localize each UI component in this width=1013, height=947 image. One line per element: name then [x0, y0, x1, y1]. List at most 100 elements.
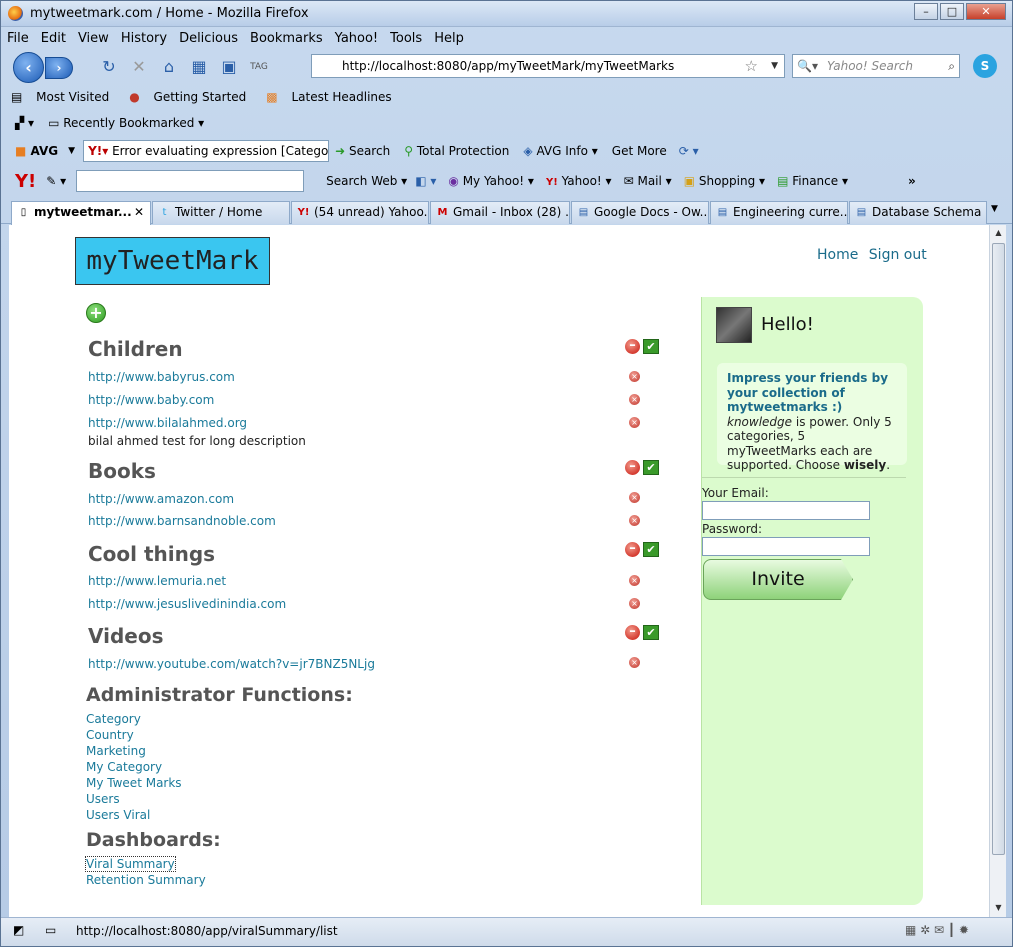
status-console-icon[interactable]: ▭: [45, 923, 56, 937]
tab-twitter[interactable]: t Twitter / Home: [152, 201, 290, 224]
status-tool-icon[interactable]: ◩: [13, 923, 24, 937]
site-logo[interactable]: myTweetMark: [75, 237, 270, 285]
menu-edit[interactable]: Edit: [35, 31, 72, 46]
scrollbar-thumb[interactable]: [992, 243, 1005, 855]
tweetmark-link[interactable]: http://www.bilalahmed.org: [88, 416, 247, 430]
reload-icon[interactable]: ↻: [97, 55, 121, 79]
tweetmark-link[interactable]: http://www.jesuslivedinindia.com: [88, 597, 286, 611]
tab-google-docs[interactable]: ▤ Google Docs - Ow...: [571, 201, 709, 224]
menu-bookmarks[interactable]: Bookmarks: [244, 31, 329, 46]
close-window-button[interactable]: ✕: [966, 3, 1006, 20]
avg-dropdown-icon[interactable]: ▼: [68, 146, 75, 156]
tab-mytweetmark[interactable]: ▯ mytweetmar... ✕: [11, 201, 151, 225]
tab-gmail[interactable]: M Gmail - Inbox (28) ...: [430, 201, 570, 224]
yahoo-toolbar-search-input[interactable]: [76, 170, 305, 192]
tab-engineering[interactable]: ▤ Engineering curre...: [710, 201, 848, 224]
avg-search-button[interactable]: ➜ Search: [335, 144, 390, 158]
most-visited-bookmark[interactable]: ▤ Most Visited: [11, 90, 109, 104]
yahoo-button[interactable]: Y! Yahoo! ▾: [546, 174, 612, 188]
remove-category-icon[interactable]: –: [625, 339, 640, 354]
admin-link-marketing[interactable]: Marketing: [86, 744, 146, 758]
admin-link-my-category[interactable]: My Category: [86, 760, 162, 774]
tweetmark-link[interactable]: http://www.lemuria.net: [88, 574, 226, 588]
get-more-button[interactable]: Get More: [612, 144, 667, 158]
invite-button[interactable]: Invite: [703, 559, 853, 600]
menu-view[interactable]: View: [72, 31, 115, 46]
remove-category-icon[interactable]: –: [625, 542, 640, 557]
status-addon-icons[interactable]: ▦ ✲ ✉ ┃ ✹: [905, 923, 969, 937]
vertical-scrollbar[interactable]: ▲ ▼: [989, 225, 1006, 917]
tab-yahoo-mail[interactable]: Y! (54 unread) Yahoo...: [291, 201, 429, 224]
forward-button[interactable]: ›: [45, 57, 73, 79]
stop-icon[interactable]: ✕: [127, 55, 151, 79]
scroll-down-icon[interactable]: ▼: [990, 903, 1007, 912]
total-protection-button[interactable]: ⚲ Total Protection: [404, 144, 509, 158]
delete-link-icon[interactable]: ×: [629, 575, 640, 586]
edit-category-icon[interactable]: ✔: [643, 460, 659, 475]
bookmark-star-icon[interactable]: ☆: [745, 55, 758, 77]
tweetmark-link[interactable]: http://www.barnsandnoble.com: [88, 514, 276, 528]
finance-button[interactable]: ▤ Finance ▾: [777, 174, 848, 188]
search-engine-icon[interactable]: 🔍▾: [797, 55, 818, 77]
dashboard-link-retention-summary[interactable]: Retention Summary: [86, 873, 206, 887]
tweetmark-link[interactable]: http://www.babyrus.com: [88, 370, 235, 384]
menu-yahoo[interactable]: Yahoo!: [329, 31, 384, 46]
avg-search-input[interactable]: Y!▾ Error evaluating expression [Categor: [83, 140, 330, 162]
delete-link-icon[interactable]: ×: [629, 394, 640, 405]
getting-started-bookmark[interactable]: ● Getting Started: [119, 90, 246, 104]
close-tab-icon[interactable]: ✕: [134, 202, 144, 223]
shopping-button[interactable]: ▣ Shopping ▾: [684, 174, 765, 188]
url-bar[interactable]: http://localhost:8080/app/myTweetMark/my…: [311, 54, 785, 78]
avg-info-button[interactable]: ◈ AVG Info ▾: [523, 144, 597, 158]
admin-link-users[interactable]: Users: [86, 792, 120, 806]
mail-button[interactable]: ✉ Mail ▾: [624, 174, 672, 188]
menu-help[interactable]: Help: [428, 31, 470, 46]
edit-category-icon[interactable]: ✔: [643, 625, 659, 640]
yahoo-logo-icon[interactable]: Y!: [15, 171, 36, 192]
skype-icon[interactable]: S: [973, 54, 997, 78]
delete-link-icon[interactable]: ×: [629, 515, 640, 526]
my-yahoo-button[interactable]: ◉ My Yahoo! ▾: [448, 174, 534, 188]
pencil-icon[interactable]: ✎ ▾: [46, 174, 66, 188]
tweetmark-link[interactable]: http://www.baby.com: [88, 393, 214, 407]
home-icon[interactable]: ⌂: [157, 55, 181, 79]
delicious-icon[interactable]: ▞ ▾: [15, 116, 34, 130]
sign-out-link[interactable]: Sign out: [869, 247, 927, 263]
delete-link-icon[interactable]: ×: [629, 371, 640, 382]
admin-link-my-tweet-marks[interactable]: My Tweet Marks: [86, 776, 182, 790]
remove-category-icon[interactable]: –: [625, 460, 640, 475]
add-category-icon[interactable]: +: [86, 303, 106, 323]
avg-extra-icon[interactable]: ⟳ ▾: [679, 144, 699, 158]
url-dropdown-icon[interactable]: ▼: [771, 55, 778, 77]
search-icon[interactable]: ⌕: [948, 55, 955, 77]
toolbar-window-icon[interactable]: ▣: [217, 55, 241, 79]
tab-list-icon[interactable]: ▼: [991, 204, 998, 214]
delete-link-icon[interactable]: ×: [629, 657, 640, 668]
menu-history[interactable]: History: [115, 31, 173, 46]
maximize-button[interactable]: □: [940, 3, 964, 20]
remove-category-icon[interactable]: –: [625, 625, 640, 640]
menu-file[interactable]: File: [1, 31, 35, 46]
tweetmark-link[interactable]: http://www.amazon.com: [88, 492, 234, 506]
admin-link-users-viral[interactable]: Users Viral: [86, 808, 150, 822]
menu-tools[interactable]: Tools: [384, 31, 428, 46]
tag-icon[interactable]: TAG: [247, 55, 271, 79]
search-web-button[interactable]: Search Web ▾: [326, 174, 407, 188]
home-link[interactable]: Home: [817, 247, 858, 263]
admin-link-category[interactable]: Category: [86, 712, 141, 726]
recently-bookmarked-menu[interactable]: ▭ Recently Bookmarked ▾: [48, 116, 204, 130]
edit-category-icon[interactable]: ✔: [643, 542, 659, 557]
tab-database-schema[interactable]: ▤ Database Schema ...: [849, 201, 987, 224]
toolbar-widget-icon[interactable]: ▦: [187, 55, 211, 79]
delete-link-icon[interactable]: ×: [629, 492, 640, 503]
avg-logo[interactable]: ■ AVG: [15, 144, 58, 158]
admin-link-country[interactable]: Country: [86, 728, 134, 742]
latest-headlines-bookmark[interactable]: ▩ Latest Headlines: [256, 90, 391, 104]
toolbar-overflow-button[interactable]: »: [908, 174, 916, 188]
dashboard-link-viral-summary[interactable]: Viral Summary: [85, 856, 176, 872]
tweetmark-link[interactable]: http://www.youtube.com/watch?v=jr7BNZ5NL…: [88, 657, 375, 671]
email-field[interactable]: [702, 501, 870, 520]
back-button[interactable]: ‹: [13, 52, 44, 83]
scroll-up-icon[interactable]: ▲: [990, 228, 1007, 237]
edit-category-icon[interactable]: ✔: [643, 339, 659, 354]
